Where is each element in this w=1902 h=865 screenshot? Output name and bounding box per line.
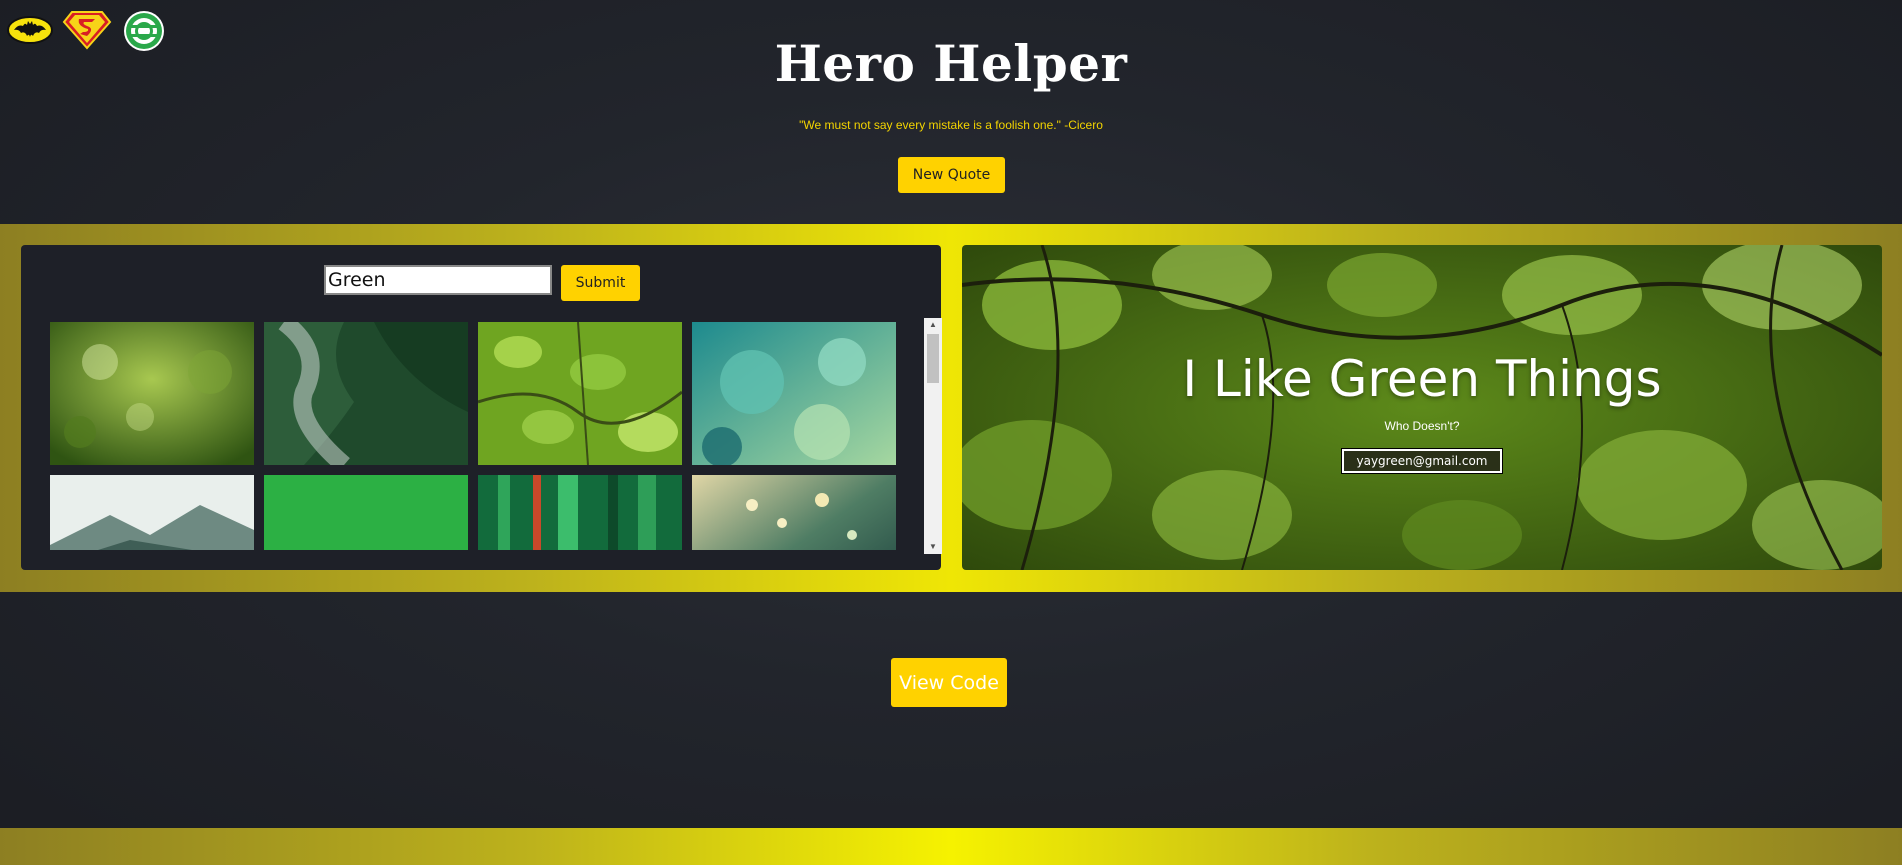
image-search-panel: Submit	[21, 245, 942, 570]
search-input[interactable]	[324, 265, 552, 295]
email-field[interactable]	[1341, 448, 1503, 474]
gallery-image[interactable]	[50, 475, 254, 550]
gallery-image[interactable]	[692, 322, 896, 465]
scrollbar-thumb[interactable]	[927, 334, 939, 383]
gallery-image[interactable]	[692, 475, 896, 550]
gallery-scrollbar[interactable]: ▲ ▼	[924, 318, 942, 554]
view-code-button[interactable]: View Code	[891, 658, 1007, 707]
gallery-image[interactable]	[50, 322, 254, 465]
gallery-image[interactable]	[478, 475, 682, 550]
bottom-band	[0, 828, 1902, 865]
quote-text: "We must not say every mistake is a fool…	[799, 118, 1103, 132]
image-gallery	[50, 322, 935, 550]
scroll-up-arrow-icon[interactable]: ▲	[924, 318, 942, 332]
gallery-image[interactable]	[478, 322, 682, 465]
scroll-down-arrow-icon[interactable]: ▼	[924, 540, 942, 554]
feature-subtitle: Who Doesn't?	[1384, 419, 1460, 433]
gallery-image[interactable]	[264, 475, 468, 550]
submit-button[interactable]: Submit	[561, 265, 640, 301]
gallery-image[interactable]	[264, 322, 468, 465]
feature-title: I Like Green Things	[1182, 350, 1662, 408]
app-title: Hero Helper	[774, 34, 1128, 93]
green-feature-panel: I Like Green Things Who Doesn't?	[962, 245, 1882, 570]
new-quote-button[interactable]: New Quote	[898, 157, 1005, 193]
